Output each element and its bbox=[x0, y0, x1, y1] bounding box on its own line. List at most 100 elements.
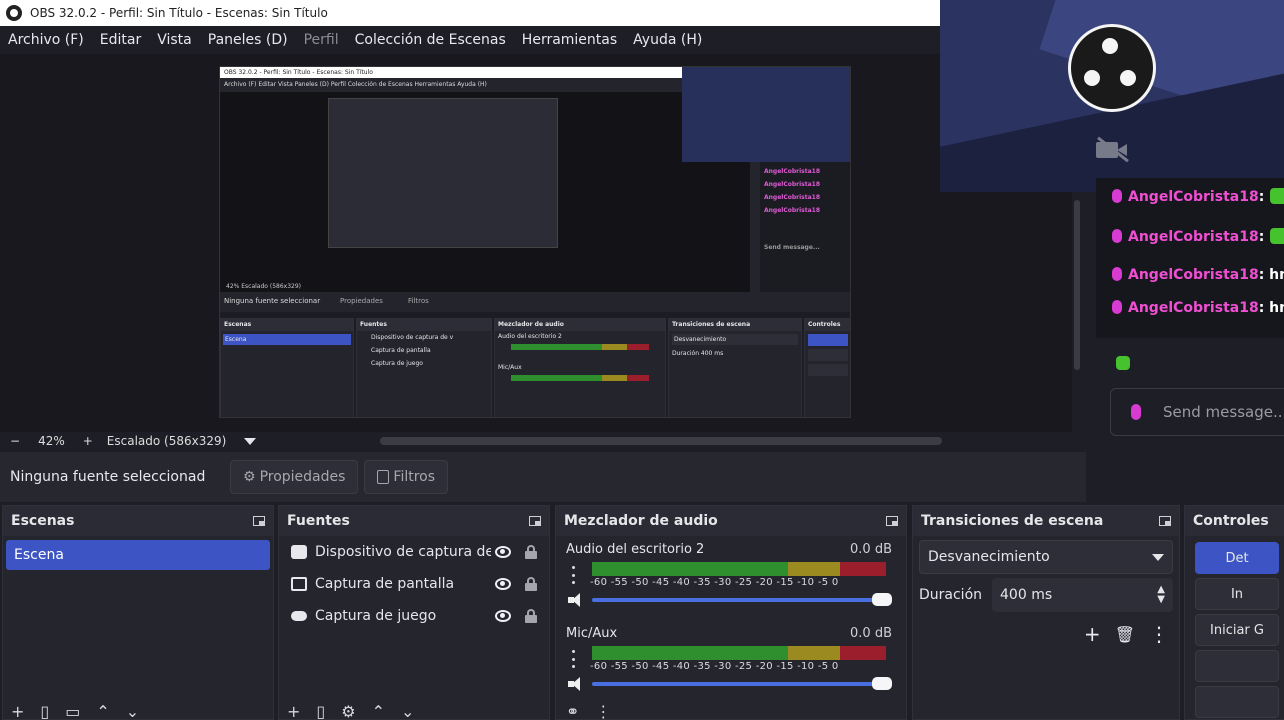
nested-preview: OBS 32.0.2 - Perfil: Sin Título - Escena… bbox=[219, 66, 851, 418]
studio-mode-button[interactable] bbox=[1195, 650, 1279, 682]
more-options-icon[interactable]: ⋮ bbox=[1149, 622, 1169, 646]
nested-dock-title: Escenas bbox=[221, 319, 353, 331]
filters-label: Filtros bbox=[393, 469, 436, 485]
emote-icon bbox=[1270, 228, 1284, 244]
duration-label: Duración bbox=[919, 587, 983, 603]
lock-icon[interactable] bbox=[525, 577, 537, 591]
start-streaming-button[interactable]: Det bbox=[1195, 542, 1279, 574]
visibility-eye-icon[interactable] bbox=[495, 610, 511, 622]
camera-overlay bbox=[940, 0, 1284, 192]
transition-tools: + 🗑 ⋮ bbox=[1084, 622, 1169, 646]
zoom-in-button[interactable]: + bbox=[83, 434, 93, 448]
start-virtual-camera-button[interactable]: Iniciar G bbox=[1195, 614, 1279, 646]
move-up-icon[interactable]: ⌃ bbox=[96, 702, 109, 720]
preview-horizontal-scrollbar[interactable] bbox=[380, 437, 942, 445]
add-icon[interactable]: + bbox=[11, 702, 24, 720]
source-label: Captura de pantalla bbox=[315, 576, 455, 592]
lock-icon[interactable] bbox=[525, 545, 537, 559]
chat-text: : bbox=[1258, 189, 1265, 205]
menu-edit[interactable]: Editar bbox=[100, 32, 141, 48]
nested-chat-line: AngelCobrista18 bbox=[764, 181, 821, 188]
nested-dock-title: Controles bbox=[805, 319, 850, 331]
nested-mixer: Mezclador de audio Audio del escritorio … bbox=[494, 318, 666, 417]
undock-icon[interactable] bbox=[886, 516, 898, 526]
gear-icon[interactable]: ⚙ bbox=[341, 702, 355, 720]
mic-icon bbox=[1131, 404, 1141, 420]
menu-scene-collection[interactable]: Colección de Escenas bbox=[355, 32, 506, 48]
channel-db: 0.0 dB bbox=[850, 626, 892, 641]
filters-button[interactable]: Filtros bbox=[364, 460, 449, 494]
volume-slider[interactable] bbox=[592, 682, 888, 686]
trash-icon[interactable]: 🗑 bbox=[1115, 625, 1135, 644]
source-item[interactable]: Dispositivo de captura de v bbox=[279, 536, 549, 568]
preview-vertical-scrollbar[interactable] bbox=[1074, 200, 1080, 370]
scale-label: Escalado (586x329) bbox=[106, 434, 227, 448]
menu-profile[interactable]: Perfil bbox=[304, 32, 339, 48]
more-options-icon[interactable] bbox=[572, 650, 576, 668]
properties-button[interactable]: ⚙ Propiedades bbox=[230, 460, 359, 494]
menu-tools[interactable]: Herramientas bbox=[522, 32, 617, 48]
send-message-input[interactable]: Send message... bbox=[1110, 388, 1284, 436]
source-item[interactable]: Captura de pantalla bbox=[279, 568, 549, 600]
visibility-eye-icon[interactable] bbox=[495, 546, 511, 558]
preview-canvas[interactable]: OBS 32.0.2 - Perfil: Sin Título - Escena… bbox=[0, 54, 1072, 432]
volume-slider[interactable] bbox=[592, 598, 888, 602]
chat-user: AngelCobrista18 bbox=[1128, 300, 1259, 316]
add-icon[interactable]: + bbox=[287, 702, 300, 720]
more-options-icon[interactable] bbox=[572, 566, 576, 584]
scale-dropdown-icon[interactable] bbox=[244, 437, 257, 445]
trash-icon[interactable]: ▯ bbox=[316, 702, 325, 720]
move-up-icon[interactable]: ⌃ bbox=[372, 702, 385, 720]
menu-bar: Archivo (F) Editar Vista Paneles (D) Per… bbox=[0, 26, 940, 54]
menu-view[interactable]: Vista bbox=[157, 32, 192, 48]
gear-icon: ⚙ bbox=[243, 469, 256, 485]
menu-docks[interactable]: Paneles (D) bbox=[208, 32, 288, 48]
nested-meter bbox=[511, 375, 649, 381]
speaker-icon[interactable] bbox=[568, 677, 586, 691]
source-item[interactable]: Captura de juego bbox=[279, 600, 549, 632]
trash-icon[interactable]: ▯ bbox=[40, 702, 49, 720]
mic-icon bbox=[1112, 300, 1122, 314]
chat-message: AngelCobrista18: hnj bbox=[1112, 267, 1284, 283]
spin-arrows-icon[interactable]: ▲ ▼ bbox=[1157, 585, 1165, 605]
lock-icon[interactable] bbox=[525, 609, 537, 623]
visibility-eye-icon[interactable] bbox=[495, 578, 511, 590]
nested-source: Captura de pantalla bbox=[371, 347, 431, 354]
channel-db: 0.0 dB bbox=[850, 542, 892, 557]
scenes-toolbar: + ▯ ▭ ⌃ ⌄ bbox=[11, 702, 139, 720]
nested-transitions: Transiciones de escena Desvanecimiento D… bbox=[668, 318, 802, 417]
volume-slider-handle[interactable] bbox=[872, 677, 892, 690]
add-icon[interactable]: + bbox=[1084, 622, 1101, 646]
duration-value: 400 ms bbox=[1000, 587, 1053, 603]
meter-ticks: -60 -55 -50 -45 -40 -35 -30 -25 -20 -15 … bbox=[590, 661, 839, 672]
settings-button[interactable] bbox=[1195, 686, 1279, 718]
chat-text: : bbox=[1258, 229, 1265, 245]
controls-title: Controles bbox=[1193, 513, 1269, 529]
filter-icon[interactable]: ▭ bbox=[65, 702, 80, 720]
sources-dock-header: Fuentes bbox=[279, 506, 549, 536]
move-down-icon[interactable]: ⌄ bbox=[126, 702, 139, 720]
speaker-icon[interactable] bbox=[568, 593, 586, 607]
menu-help[interactable]: Ayuda (H) bbox=[633, 32, 702, 48]
mixer-channel: Mic/Aux 0.0 dB -60 -55 -50 -45 -40 -35 -… bbox=[556, 620, 906, 704]
duration-input[interactable]: 400 ms ▲ ▼ bbox=[992, 578, 1173, 612]
no-source-label: Ninguna fuente seleccionad bbox=[10, 469, 206, 485]
undock-icon[interactable] bbox=[1159, 516, 1171, 526]
volume-slider-handle[interactable] bbox=[872, 593, 892, 606]
start-recording-button[interactable]: In bbox=[1195, 578, 1279, 610]
link-icon[interactable]: ⚭ bbox=[566, 702, 579, 720]
transition-select[interactable]: Desvanecimiento bbox=[919, 540, 1173, 574]
undock-icon[interactable] bbox=[529, 516, 541, 526]
zoom-out-button[interactable]: − bbox=[10, 434, 20, 448]
emote-icon bbox=[1270, 188, 1284, 204]
move-down-icon[interactable]: ⌄ bbox=[401, 702, 414, 720]
more-options-icon[interactable]: ⋮ bbox=[595, 702, 611, 720]
volume-meter bbox=[592, 646, 886, 660]
nested-control-button bbox=[808, 349, 848, 361]
menu-file[interactable]: Archivo (F) bbox=[8, 32, 84, 48]
scene-item[interactable]: Escena bbox=[6, 540, 270, 570]
filter-icon bbox=[377, 470, 390, 484]
controls-dock-header: Controles bbox=[1185, 506, 1284, 536]
emote-icon bbox=[1116, 356, 1130, 370]
undock-icon[interactable] bbox=[253, 516, 265, 526]
